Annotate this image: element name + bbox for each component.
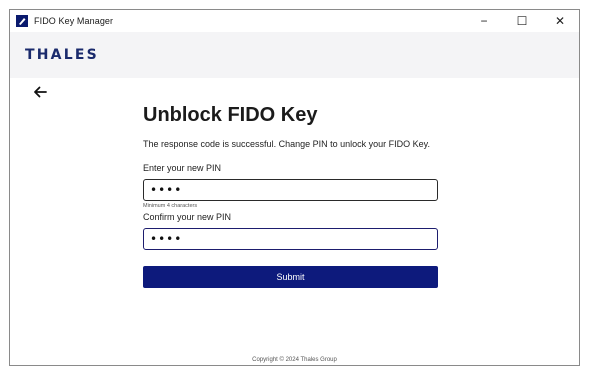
app-window: FIDO Key Manager − ☐ ✕ THALES Unblock FI…: [9, 9, 580, 366]
confirm-pin-label: Confirm your new PIN: [143, 212, 232, 222]
submit-button[interactable]: Submit: [143, 266, 438, 288]
maximize-button[interactable]: ☐: [503, 10, 541, 32]
back-button[interactable]: [31, 83, 49, 101]
brand-header: THALES: [10, 32, 579, 78]
window-controls: − ☐ ✕: [465, 10, 579, 32]
pin-hint: Minimum 4 characters: [143, 203, 198, 209]
window-title: FIDO Key Manager: [34, 16, 114, 26]
unblock-form: Unblock FIDO Key The response code is su…: [143, 102, 439, 288]
page-title: Unblock FIDO Key: [143, 104, 318, 126]
thales-logo: THALES: [25, 47, 99, 63]
minimize-button[interactable]: −: [465, 10, 503, 32]
new-pin-label: Enter your new PIN: [143, 163, 222, 173]
confirm-pin-input[interactable]: [143, 228, 438, 250]
copyright-footer: Copyright © 2024 Thales Group: [252, 357, 337, 363]
close-button[interactable]: ✕: [541, 10, 579, 32]
success-message: The response code is successful. Change …: [143, 139, 430, 149]
main-content: Unblock FIDO Key The response code is su…: [10, 78, 579, 365]
new-pin-input[interactable]: [143, 179, 438, 201]
title-bar: FIDO Key Manager − ☐ ✕: [10, 10, 579, 32]
arrow-left-icon: [34, 86, 47, 98]
fido-key-icon: [16, 15, 28, 27]
